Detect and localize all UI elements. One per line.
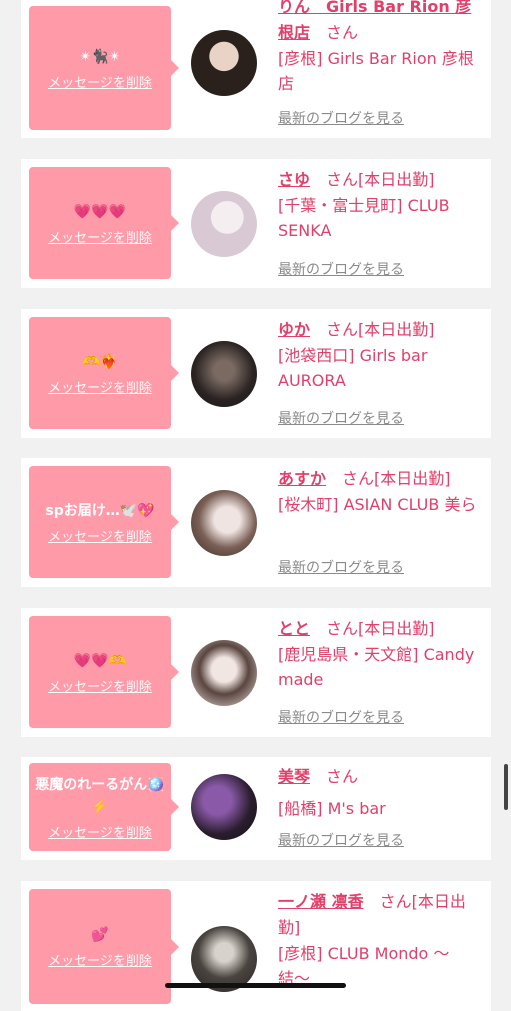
message-card: 💕 メッセージを削除 一ノ瀬 凛香 さん[本日出勤] [彦根] CLUB Mon… [21, 881, 491, 1011]
avatar[interactable] [191, 30, 257, 96]
cast-name-link[interactable]: あすか [278, 469, 326, 488]
delete-message-link[interactable]: メッセージを削除 [48, 950, 152, 969]
message-card: spお届け…🕊️💖 メッセージを削除 あすか さん[本日出勤] [桜木町] AS… [21, 458, 491, 587]
cast-name-link[interactable]: ゆか [278, 320, 310, 339]
honorific: さん[本日出勤] [326, 619, 435, 638]
shop-name: [千葉・富士見町] CLUB SENKA [278, 196, 450, 240]
message-text: 💕 [91, 927, 109, 943]
message-bubble: 💗💗🫶 メッセージを削除 [29, 616, 179, 728]
message-text: 💗💗💗 [73, 203, 127, 220]
honorific: さん [326, 23, 359, 42]
message-card: ✴︎🐈‍⬛✴︎ メッセージを削除 りん Girls Bar Rion 彦根店 さ… [21, 0, 491, 138]
delete-message-link[interactable]: メッセージを削除 [48, 822, 152, 841]
cast-name-link[interactable]: 一ノ瀬 凛香 [278, 892, 364, 911]
latest-blog-link[interactable]: 最新のブログを見る [278, 707, 404, 727]
delete-message-link[interactable]: メッセージを削除 [48, 526, 152, 545]
honorific: さん [326, 767, 359, 786]
latest-blog-link[interactable]: 最新のブログを見る [278, 830, 404, 850]
delete-message-link[interactable]: メッセージを削除 [48, 72, 152, 91]
latest-blog-link[interactable]: 最新のブログを見る [278, 408, 404, 428]
message-text: ✴︎🐈‍⬛✴︎ [79, 48, 121, 65]
message-bubble: 🫶❤️‍🔥 メッセージを削除 [29, 317, 179, 429]
scrollbar[interactable] [504, 764, 508, 810]
message-text: spお届け…🕊️💖 [45, 502, 155, 519]
honorific: さん[本日出勤] [326, 170, 435, 189]
message-bubble: ✴︎🐈‍⬛✴︎ メッセージを削除 [29, 6, 179, 130]
honorific: さん[本日出勤] [342, 469, 451, 488]
shop-name: [彦根] Girls Bar Rion 彦根店 [278, 49, 474, 93]
message-bubble: 悪魔のれーるがん🪩⚡️ メッセージを削除 [29, 763, 179, 851]
message-card: 悪魔のれーるがん🪩⚡️ メッセージを削除 美琴 さん [船橋] M's bar … [21, 757, 491, 860]
message-card: 💗💗💗 メッセージを削除 さゆ さん[本日出勤] [千葉・富士見町] CLUB … [21, 159, 491, 288]
home-indicator[interactable] [165, 983, 346, 988]
cast-name-link[interactable]: 美琴 [278, 767, 310, 786]
delete-message-link[interactable]: メッセージを削除 [48, 227, 152, 246]
shop-name: [船橋] M's bar [278, 799, 386, 818]
message-bubble: spお届け…🕊️💖 メッセージを削除 [29, 466, 179, 578]
cast-name-link[interactable]: さゆ [278, 170, 310, 189]
avatar[interactable] [191, 191, 257, 257]
avatar[interactable] [191, 774, 257, 840]
message-bubble: 💕 メッセージを削除 [29, 889, 179, 1004]
avatar[interactable] [191, 341, 257, 407]
avatar[interactable] [191, 640, 257, 706]
cast-name-link[interactable]: とと [278, 619, 310, 638]
latest-blog-link[interactable]: 最新のブログを見る [278, 557, 404, 577]
message-text: 悪魔のれーるがん🪩⚡️ [35, 776, 165, 815]
shop-name: [池袋西口] Girls bar AURORA [278, 346, 428, 390]
delete-message-link[interactable]: メッセージを削除 [48, 676, 152, 695]
cast-name-link[interactable]: りん Girls Bar Rion 彦根店 [278, 0, 471, 42]
delete-message-link[interactable]: メッセージを削除 [48, 377, 152, 396]
shop-name: [桜木町] ASIAN CLUB 美ら [278, 495, 477, 514]
message-card: 🫶❤️‍🔥 メッセージを削除 ゆか さん[本日出勤] [池袋西口] Girls … [21, 309, 491, 438]
message-card: 💗💗🫶 メッセージを削除 とと さん[本日出勤] [鹿児島県・天文館] Cand… [21, 608, 491, 737]
latest-blog-link[interactable]: 最新のブログを見る [278, 108, 404, 128]
avatar[interactable] [191, 490, 257, 556]
message-bubble: 💗💗💗 メッセージを削除 [29, 167, 179, 279]
honorific: さん[本日出勤] [326, 320, 435, 339]
shop-name: [鹿児島県・天文館] Candy made [278, 645, 475, 689]
latest-blog-link[interactable]: 最新のブログを見る [278, 259, 404, 279]
message-text: 🫶❤️‍🔥 [82, 353, 118, 370]
message-text: 💗💗🫶 [73, 652, 127, 669]
